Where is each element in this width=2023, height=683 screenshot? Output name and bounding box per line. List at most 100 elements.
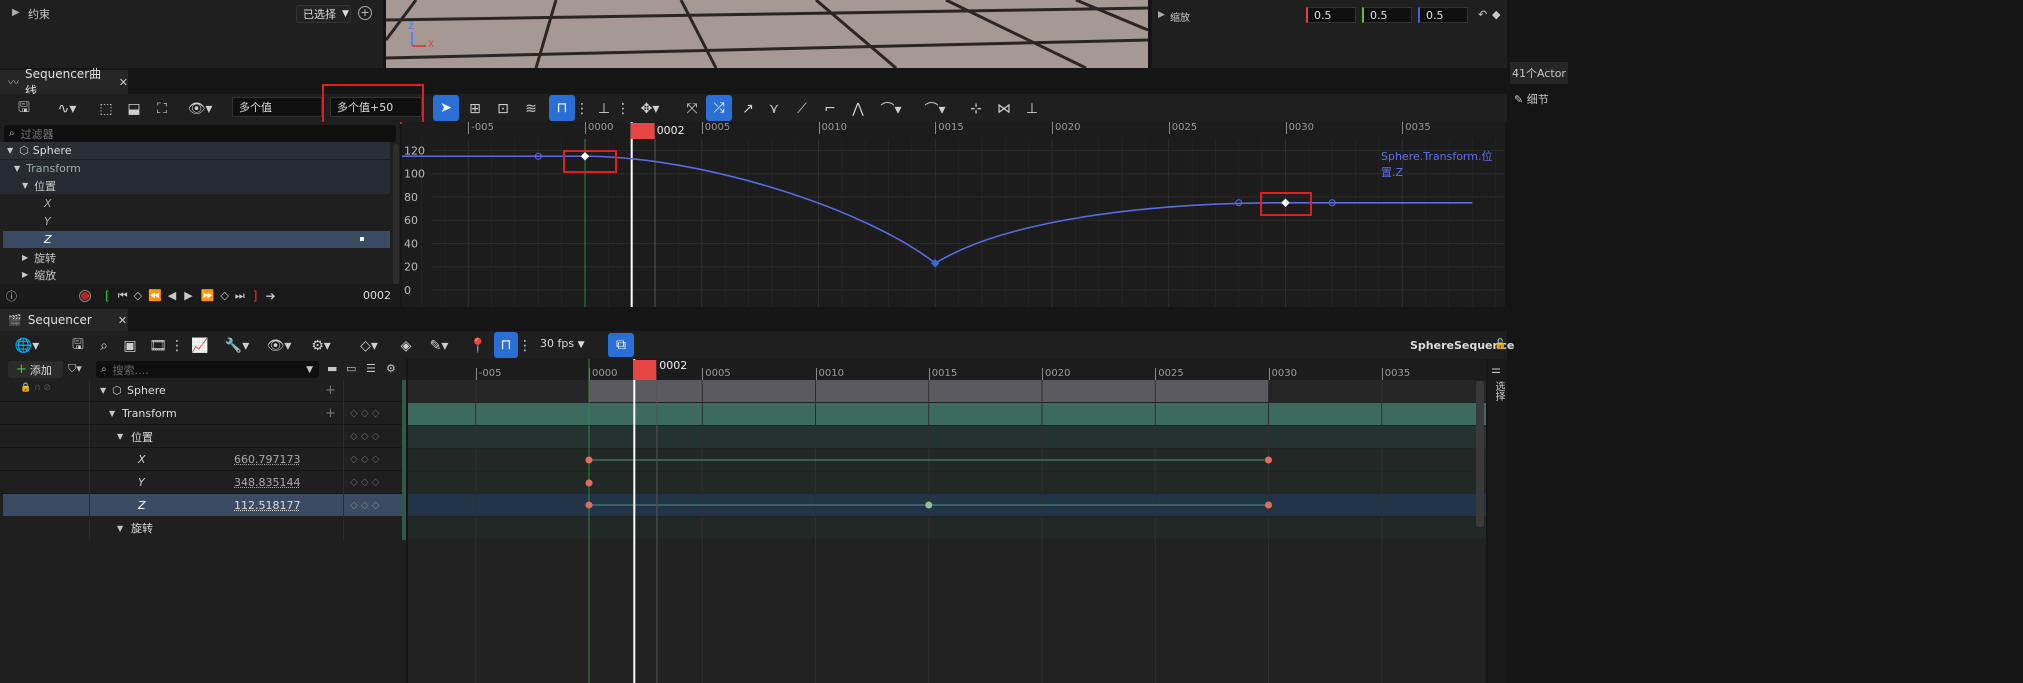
snap-button[interactable]: ⊓ (494, 332, 518, 358)
expand-icon[interactable]: ▭ (346, 362, 356, 375)
play-reverse-icon[interactable]: ◀ (168, 289, 176, 302)
select-tool-button[interactable]: ➤ (433, 95, 459, 121)
key-time-field[interactable]: 多个值 (232, 97, 322, 117)
key-nav-icon[interactable]: ◇ ◇ ◇ (350, 408, 379, 419)
frame-icon[interactable]: ⬓ (124, 94, 144, 124)
sequencer-svg[interactable]: 0002 (408, 359, 1486, 683)
y-value[interactable]: 348.835144 (234, 476, 300, 489)
record-button[interactable] (79, 289, 91, 302)
tree-item-x[interactable]: X (0, 195, 390, 212)
scale-y-field[interactable]: 0.5 (1362, 7, 1412, 23)
snap-button[interactable]: ⊓ (549, 95, 575, 121)
visibility-dropdown[interactable]: 👁▾ (184, 94, 216, 124)
flatten-icon[interactable]: ⊹ (966, 94, 986, 124)
auto-key-icon[interactable]: ◈ (396, 331, 416, 361)
close-icon[interactable]: ✕ (119, 76, 128, 89)
edit-mode-dropdown[interactable]: ✎▾ (424, 331, 454, 361)
key-nav-icon[interactable]: ◇ ◇ ◇ (350, 454, 379, 465)
sequencer-timeline[interactable]: -005 0000 0005 0010 0015 0020 0025 0030 0035 000… (408, 359, 1486, 683)
tangent-constant-icon[interactable]: ⌐ (820, 94, 840, 124)
play-icon[interactable]: ▶ (184, 289, 192, 302)
track-y[interactable]: Y 348.835144 ◇ ◇ ◇ (0, 472, 402, 494)
find-asset-icon[interactable]: ⌕ (94, 331, 114, 361)
tree-item-sphere[interactable]: ▼ ⬡ Sphere (0, 142, 390, 159)
fps-dropdown[interactable]: 30 fps ▼ (540, 337, 585, 350)
axis-snap-dropdown[interactable]: ✥▾ (636, 94, 664, 124)
view-dropdown[interactable]: 👁▾ (264, 331, 294, 361)
prev-key-icon[interactable]: ◇ (134, 289, 142, 302)
key-dropdown[interactable]: ◇▾ (354, 331, 384, 361)
x-value[interactable]: 660.797173 (234, 453, 300, 466)
playback-dropdown[interactable]: ⚙▾ (306, 331, 336, 361)
tree-item-location[interactable]: ▼ 位置 (0, 177, 390, 194)
camera-icon[interactable]: ▣ (120, 331, 140, 361)
jump-start-icon[interactable]: ⏮ (118, 289, 128, 303)
track-location[interactable]: ▼ 位置 ◇ ◇ ◇ (0, 426, 402, 448)
expand-arrow-icon[interactable]: ▶ (1158, 10, 1165, 20)
settings-sliders-icon[interactable]: ⚌ (1491, 363, 1501, 376)
step-forward-icon[interactable]: ⏩ (201, 289, 215, 302)
loop-icon[interactable]: ➔ (265, 289, 275, 303)
curve-toggle-button[interactable]: ⧉ (608, 333, 634, 357)
post-infinity-dropdown[interactable]: ⌒▾ (920, 94, 950, 124)
tree-item-scale[interactable]: ▶ 缩放 (0, 266, 390, 283)
constraint-dropdown[interactable]: 已选择 ▼ (296, 5, 351, 23)
key-nav-icon[interactable]: ◇ ◇ ◇ (350, 431, 379, 442)
key-nav-icon[interactable]: ◇ ◇ ◇ (350, 500, 379, 511)
pre-infinity-dropdown[interactable]: ⌒▾ (876, 94, 906, 124)
curve-editor-icon[interactable]: 📈 (190, 331, 210, 361)
add-icon[interactable]: + (358, 6, 372, 20)
normalize-icon[interactable]: ⊥ (1022, 94, 1042, 124)
world-dropdown[interactable]: 🌐▾ (12, 331, 42, 361)
retime-tool-icon[interactable]: ⊡ (493, 94, 513, 124)
reset-icon[interactable]: ↶ (1478, 8, 1487, 21)
tangent-smart-button[interactable]: ⤮ (706, 95, 732, 121)
tree-item-z[interactable]: Z (3, 231, 390, 248)
save-icon[interactable]: 🖫 (68, 331, 88, 361)
scale-x-field[interactable]: 0.5 (1306, 7, 1356, 23)
tree-item-rotation[interactable]: ▶ 旋转 (0, 249, 390, 266)
add-track-button[interactable]: + 添加 (8, 361, 63, 378)
save-icon[interactable]: 🖫 (14, 94, 34, 124)
key-nav-icon[interactable]: ◇ ◇ ◇ (350, 477, 379, 488)
straighten-icon[interactable]: ⋈ (994, 94, 1014, 124)
track-lock-icons[interactable]: 🔒 ∩ ⊘ (20, 383, 51, 393)
track-x[interactable]: X 660.797173 ◇ ◇ ◇ (0, 449, 402, 471)
timeline-scrollbar[interactable] (1476, 381, 1484, 527)
filter-dropdown[interactable]: ⛉▾ (68, 362, 82, 376)
track-rotation[interactable]: ▼ 旋转 (0, 517, 402, 539)
start-bracket-icon[interactable]: [ (105, 289, 110, 303)
scale-z-field[interactable]: 0.5 (1418, 7, 1468, 23)
list-icon[interactable]: ☰ (366, 362, 376, 375)
tree-item-transform[interactable]: ▼ Transform (0, 160, 390, 177)
end-bracket-icon[interactable]: ] (253, 289, 258, 303)
tab-curve-editor[interactable]: 〰 Sequencer曲线 ✕ (0, 67, 128, 98)
tree-item-y[interactable]: Y (0, 213, 390, 230)
next-key-icon[interactable]: ◇ (220, 289, 228, 302)
tab-sequencer[interactable]: 🎬 Sequencer ✕ (0, 309, 128, 331)
diamond-icon[interactable]: ◆ (1492, 8, 1500, 21)
viewport[interactable]: Z X (386, 0, 1148, 68)
transform-tool-icon[interactable]: ⊞ (465, 94, 485, 124)
track-sphere[interactable]: ▼ ⬡ Sphere + (0, 380, 402, 402)
snap-options-icon[interactable]: ⋮ (575, 94, 589, 124)
current-frame[interactable]: 0002 (363, 289, 391, 302)
more-icon[interactable]: ⋮ (170, 331, 184, 361)
collapse-icon[interactable]: ▬ (327, 362, 337, 375)
gear-icon[interactable]: ⚙ (386, 362, 396, 375)
curve-view-dropdown[interactable]: ∿▾ (50, 94, 84, 124)
snap-value-icon[interactable]: ⊥ (594, 94, 614, 124)
tangent-user-icon[interactable]: ↗ (738, 94, 758, 124)
tangent-auto-icon[interactable]: ⤧ (682, 94, 702, 124)
outliner-scrollbar[interactable] (393, 144, 399, 284)
add-icon[interactable]: + (325, 406, 336, 421)
z-value[interactable]: 112.518177 (234, 499, 300, 512)
close-icon[interactable]: ✕ (118, 314, 127, 327)
info-icon[interactable]: ⓘ (6, 288, 17, 304)
fit-icon[interactable]: ⛶ (152, 94, 172, 124)
marker-icon[interactable]: 📍 (468, 331, 488, 361)
tangent-weighted-icon[interactable]: ⋀ (848, 94, 868, 124)
track-transform[interactable]: ▼ Transform + ◇ ◇ ◇ (0, 403, 402, 425)
select-keys-icon[interactable]: ⬚ (96, 94, 116, 124)
add-icon[interactable]: + (325, 383, 336, 398)
